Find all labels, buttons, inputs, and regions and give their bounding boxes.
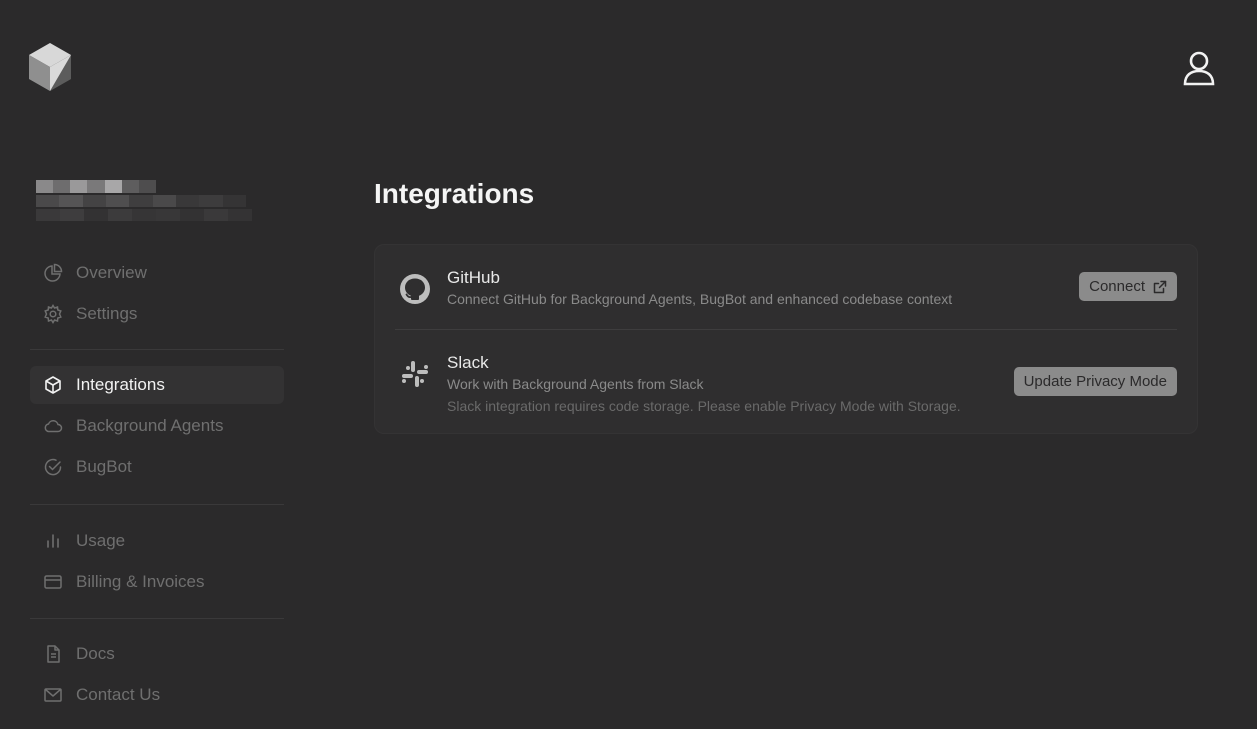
integration-note: Slack integration requires code storage.… bbox=[447, 398, 961, 414]
sidebar-item-label: Background Agents bbox=[76, 416, 224, 435]
pie-chart-icon bbox=[42, 262, 64, 284]
slack-icon bbox=[399, 358, 431, 390]
integration-name: Slack bbox=[447, 353, 489, 372]
update-privacy-mode-button[interactable]: Update Privacy Mode bbox=[1013, 367, 1177, 396]
integrations-card: GitHub Connect GitHub for Background Age… bbox=[374, 244, 1198, 434]
github-icon bbox=[399, 273, 431, 305]
document-icon bbox=[42, 643, 64, 665]
user-info-redacted bbox=[36, 180, 256, 230]
sidebar-item-label: Docs bbox=[76, 644, 115, 663]
cube-logo-icon[interactable] bbox=[28, 42, 72, 92]
sidebar-item-docs[interactable]: Docs bbox=[30, 635, 284, 673]
connect-button-label: Connect bbox=[1089, 278, 1145, 295]
credit-card-icon bbox=[42, 571, 64, 593]
sidebar-item-label: Usage bbox=[76, 531, 126, 550]
bar-chart-icon bbox=[42, 530, 64, 552]
sidebar-item-overview[interactable]: Overview bbox=[30, 254, 284, 292]
sidebar-item-settings[interactable]: Settings bbox=[30, 295, 284, 333]
integration-github: GitHub Connect GitHub for Background Age… bbox=[395, 245, 1177, 329]
sidebar-divider bbox=[30, 618, 284, 619]
sidebar-item-label: Billing & Invoices bbox=[76, 572, 205, 591]
user-icon[interactable] bbox=[1180, 49, 1218, 87]
page-title: Integrations bbox=[374, 178, 535, 209]
update-privacy-mode-button-label: Update Privacy Mode bbox=[1023, 373, 1167, 390]
box-icon bbox=[42, 374, 64, 396]
page: Overview Settings Integrations Backgroun… bbox=[0, 0, 1257, 729]
sidebar-item-label: Contact Us bbox=[76, 685, 161, 704]
sidebar-divider bbox=[30, 349, 284, 350]
sidebar-item-bugbot[interactable]: BugBot bbox=[30, 448, 284, 486]
sidebar-item-billing[interactable]: Billing & Invoices bbox=[30, 563, 284, 601]
sidebar-item-label: BugBot bbox=[76, 457, 132, 476]
integration-description: Work with Background Agents from Slack bbox=[447, 376, 704, 392]
sidebar-item-integrations[interactable]: Integrations bbox=[30, 366, 284, 404]
gear-icon bbox=[42, 303, 64, 325]
sidebar-group-help: Docs Contact Us bbox=[30, 635, 284, 717]
sidebar-item-contact[interactable]: Contact Us bbox=[30, 676, 284, 714]
connect-button[interactable]: Connect bbox=[1079, 272, 1177, 301]
sidebar-item-label: Integrations bbox=[76, 375, 165, 394]
sidebar-group-billing: Usage Billing & Invoices bbox=[30, 522, 284, 604]
cloud-icon bbox=[42, 415, 64, 437]
sidebar-item-label: Overview bbox=[76, 263, 147, 282]
sidebar-item-label: Settings bbox=[76, 304, 138, 323]
sidebar-group-account: Overview Settings bbox=[30, 254, 284, 336]
sidebar-item-background-agents[interactable]: Background Agents bbox=[30, 407, 284, 445]
mail-icon bbox=[42, 684, 64, 706]
external-link-icon bbox=[1153, 280, 1167, 293]
sidebar-divider bbox=[30, 504, 284, 505]
integration-name: GitHub bbox=[447, 268, 500, 287]
integration-description: Connect GitHub for Background Agents, Bu… bbox=[447, 291, 953, 307]
sidebar-item-usage[interactable]: Usage bbox=[30, 522, 284, 560]
integration-slack: Slack Work with Background Agents from S… bbox=[395, 330, 1177, 414]
check-circle-icon bbox=[42, 456, 64, 478]
sidebar-group-features: Integrations Background Agents BugBot bbox=[30, 366, 284, 489]
